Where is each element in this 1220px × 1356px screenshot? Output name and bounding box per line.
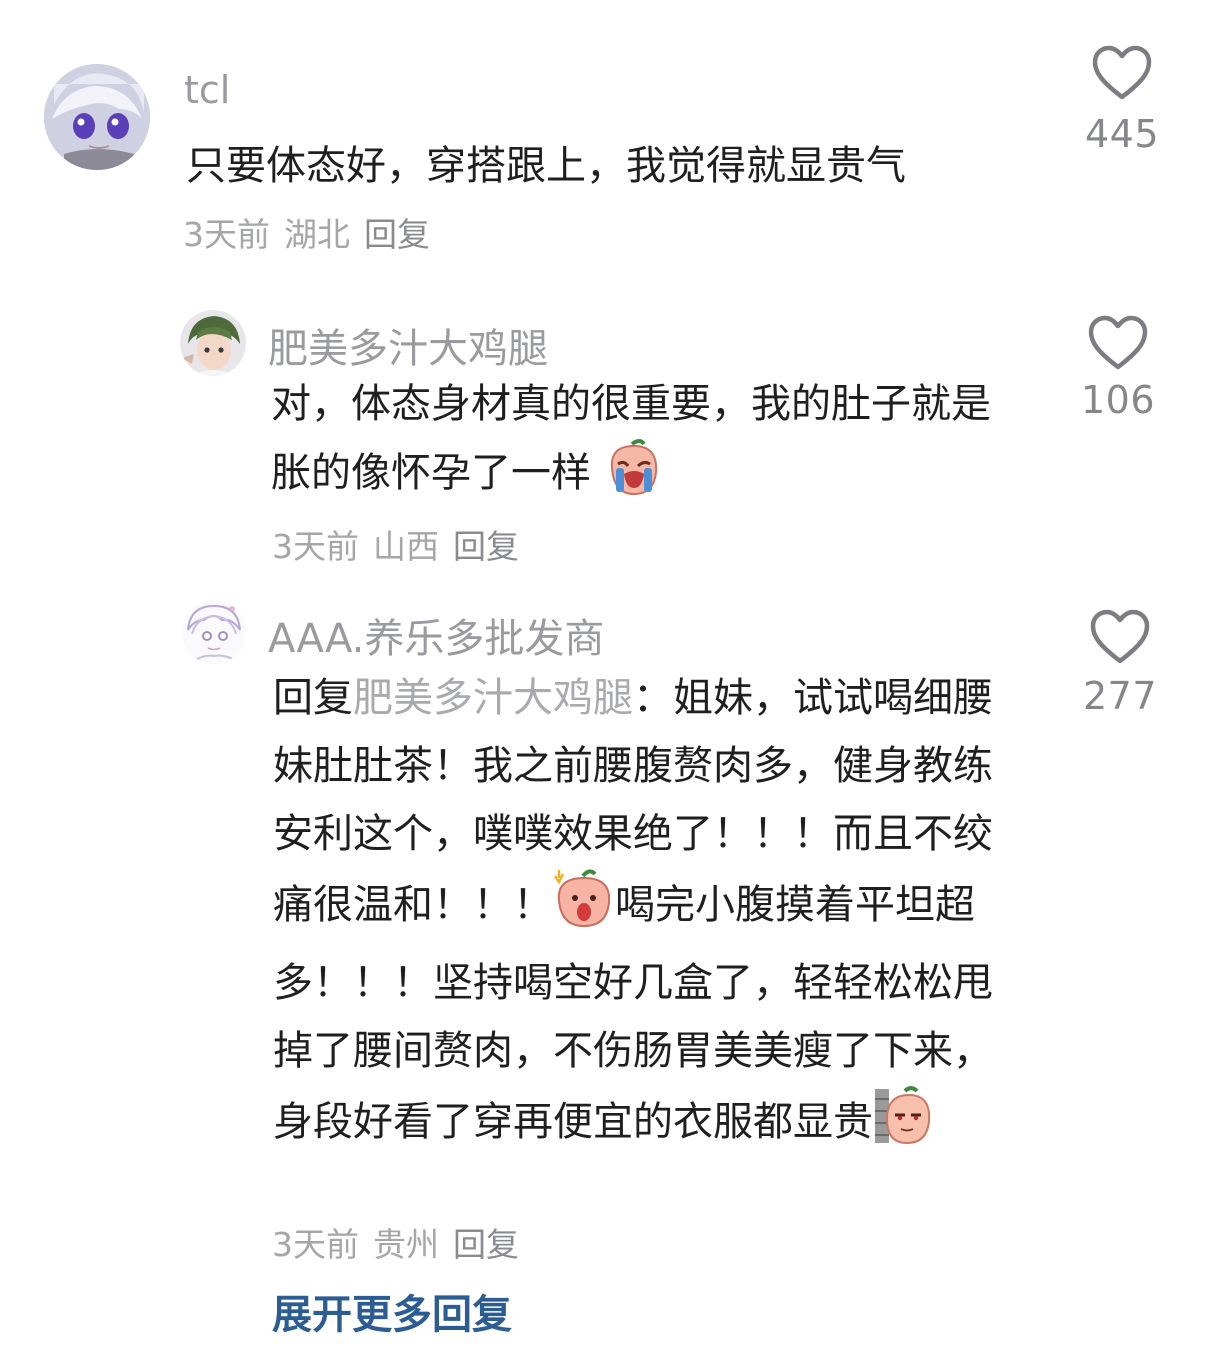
reply-button[interactable]: 回复 <box>453 1225 519 1264</box>
avatar[interactable] <box>180 310 246 376</box>
comment-location: 山西 <box>373 527 439 566</box>
heart-icon[interactable] <box>1091 44 1153 102</box>
like-button[interactable]: 445 <box>1082 44 1162 156</box>
reply-item: 肥美多汁大鸡腿 对，体态身材真的很重要，我的肚子就是胀的像怀孕了一样 3天前 山西… <box>0 290 1220 580</box>
comment-location: 湖北 <box>284 215 350 254</box>
comment-meta: 3天前 山西 回复 <box>272 520 519 568</box>
username[interactable]: tcl <box>184 68 230 112</box>
reply-button[interactable]: 回复 <box>453 527 519 566</box>
heart-icon[interactable] <box>1087 314 1149 372</box>
comment-location: 贵州 <box>373 1225 439 1264</box>
expand-more-replies-button[interactable]: 展开更多回复 <box>272 1282 512 1340</box>
comment-time: 3天前 <box>272 1225 359 1264</box>
comment-meta: 3天前 贵州 回复 <box>272 1218 519 1266</box>
shocked-peach-emoji <box>553 868 615 949</box>
comment-time: 3天前 <box>183 215 270 254</box>
reply-prefix: 回复 <box>273 675 353 721</box>
username[interactable]: 肥美多汁大鸡腿 <box>268 316 548 374</box>
comment-text: 回复肥美多汁大鸡腿：姐妹，试试喝细腰妹肚肚茶！我之前腰腹赘肉多，健身教练安利这个… <box>273 664 1013 1166</box>
like-button[interactable]: 106 <box>1078 314 1158 422</box>
reply-item: AAA.养乐多批发商 回复肥美多汁大鸡腿：姐妹，试试喝细腰妹肚肚茶！我之前腰腹赘… <box>0 590 1220 1280</box>
like-count: 445 <box>1084 112 1160 156</box>
crying-peach-emoji <box>604 438 664 517</box>
comment-text: 只要体态好，穿搭跟上，我觉得就显贵气 <box>186 143 906 189</box>
avatar[interactable] <box>182 600 246 664</box>
comment-text: 对，体态身材真的很重要，我的肚子就是胀的像怀孕了一样 <box>271 370 1001 517</box>
comment-item: tcl 只要体态好，穿搭跟上，我觉得就显贵气 3天前 湖北 回复 445 <box>0 0 1220 270</box>
comment-meta: 3天前 湖北 回复 <box>183 208 430 256</box>
heart-icon[interactable] <box>1089 608 1151 666</box>
like-button[interactable]: 277 <box>1080 608 1160 718</box>
like-count: 277 <box>1082 674 1158 718</box>
reply-button[interactable]: 回复 <box>364 215 430 254</box>
username[interactable]: AAA.养乐多批发商 <box>268 606 604 664</box>
mention-link[interactable]: 肥美多汁大鸡腿 <box>353 675 633 721</box>
comment-time: 3天前 <box>272 527 359 566</box>
like-count: 106 <box>1080 378 1156 422</box>
peeking-peach-emoji <box>873 1085 933 1166</box>
avatar[interactable] <box>44 64 150 170</box>
